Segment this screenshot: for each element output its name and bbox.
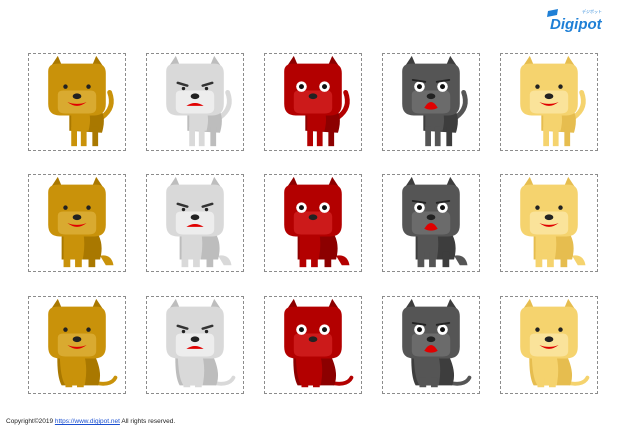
dog-clipart-red-sit[interactable] <box>264 296 362 394</box>
dog-icon <box>166 55 232 147</box>
dog-clipart-white-tall[interactable] <box>146 174 244 272</box>
dog-icon <box>48 298 118 388</box>
dog-icon <box>520 298 590 388</box>
dog-icon <box>520 176 586 268</box>
dog-clipart-gray-stand[interactable] <box>382 53 480 151</box>
dog-icon <box>166 176 232 268</box>
dog-clipart-white-sit[interactable] <box>146 296 244 394</box>
dog-icon <box>402 176 468 268</box>
dog-icon <box>48 176 114 268</box>
dog-clipart-cream-stand[interactable] <box>500 53 598 151</box>
dog-clipart-gray-sit[interactable] <box>382 296 480 394</box>
copyright-footer: Copyright©2019 https://www.digipot.net A… <box>6 418 175 425</box>
dog-clipart-tan-stand[interactable] <box>28 53 126 151</box>
dog-clipart-tan-tall[interactable] <box>28 174 126 272</box>
dog-clipart-tan-sit[interactable] <box>28 296 126 394</box>
dog-clipart-red-tall[interactable] <box>264 174 362 272</box>
dog-icon <box>48 55 114 147</box>
dog-icon <box>402 55 468 147</box>
clipart-sheet: Digipot デジポット Copyright©2019 https://www… <box>0 0 620 430</box>
dog-clipart-cream-sit[interactable] <box>500 296 598 394</box>
dog-icon <box>166 298 236 388</box>
dog-clipart-cream-tall[interactable] <box>500 174 598 272</box>
dog-grid <box>0 0 620 410</box>
dog-icon <box>284 298 354 388</box>
dog-icon <box>402 298 472 388</box>
dog-clipart-red-stand[interactable] <box>264 53 362 151</box>
copyright-prefix: Copyright©2019 <box>6 418 55 425</box>
dog-icon <box>284 176 350 268</box>
dog-icon <box>520 55 586 147</box>
dog-clipart-white-stand[interactable] <box>146 53 244 151</box>
copyright-suffix: All rights reserved. <box>119 418 176 425</box>
dog-clipart-gray-tall[interactable] <box>382 174 480 272</box>
website-link[interactable]: https://www.digipot.net <box>55 418 120 425</box>
dog-icon <box>284 55 350 147</box>
